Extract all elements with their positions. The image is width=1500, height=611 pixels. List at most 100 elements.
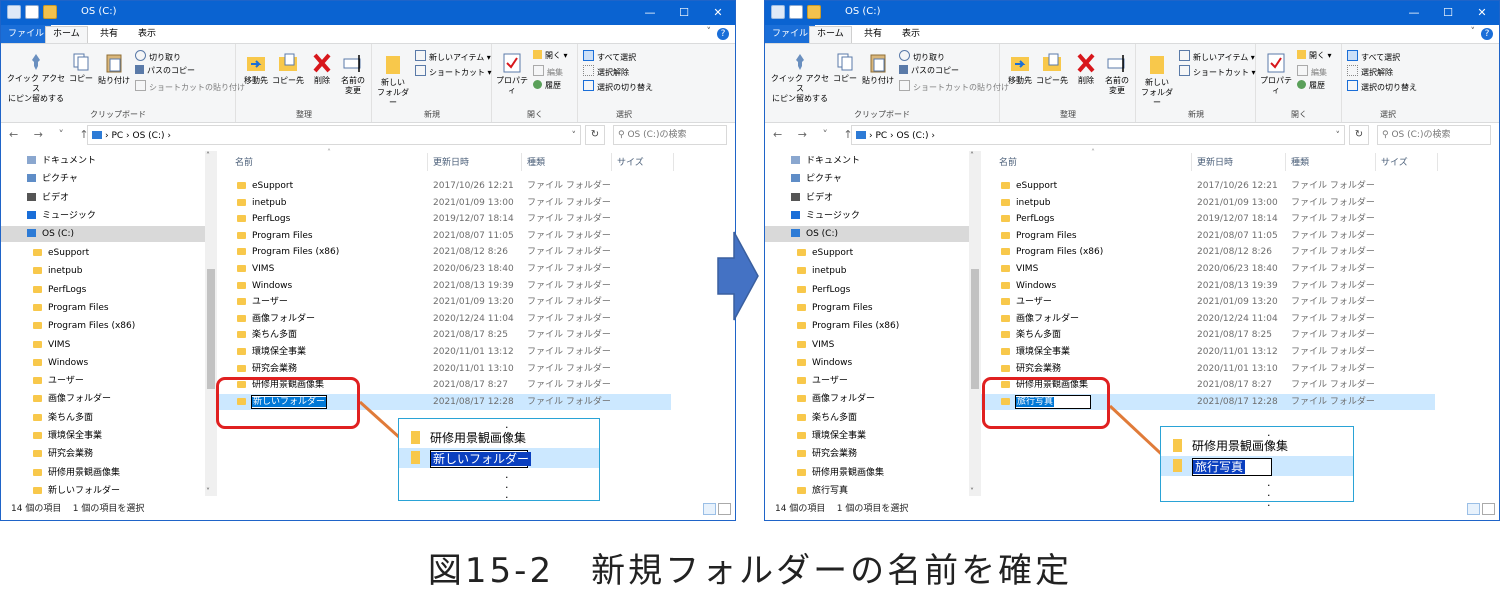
paste-shortcut-button[interactable]: ショートカットの貼り付け (899, 80, 1009, 93)
minimize-button[interactable]: — (633, 1, 667, 25)
nav-folder-item[interactable]: 環境保全事業 (797, 428, 866, 444)
table-row[interactable]: 研究会業務 2020/11/01 13:10 ファイル フォルダー (217, 361, 671, 377)
copy-button[interactable]: コピー (831, 52, 859, 84)
column-name[interactable]: 名前 (235, 155, 253, 168)
nav-folder-item[interactable]: Program Files (797, 300, 873, 316)
scroll-thumb[interactable] (207, 269, 215, 389)
new-folder-qat-icon[interactable] (43, 5, 57, 19)
column-type[interactable]: 種類 (527, 155, 545, 168)
nav-folder-item[interactable]: 新しいフォルダー (33, 483, 120, 499)
tab-file[interactable]: ファイル (1, 25, 52, 43)
details-view-icon[interactable] (1467, 503, 1480, 515)
nav-folder-item[interactable]: ユーザー (33, 373, 84, 389)
close-button[interactable]: ✕ (701, 1, 735, 25)
details-view-icon[interactable] (703, 503, 716, 515)
table-row[interactable]: PerfLogs 2019/12/07 18:14 ファイル フォルダー (217, 211, 671, 227)
nav-item[interactable]: ビデオ (765, 190, 969, 206)
maximize-button[interactable]: ☐ (1431, 1, 1465, 25)
nav-folder-item[interactable]: eSupport (33, 245, 89, 261)
app-icon[interactable] (7, 5, 21, 19)
minimize-button[interactable]: — (1397, 1, 1431, 25)
nav-item[interactable]: ビデオ (1, 190, 205, 206)
table-row[interactable]: inetpub 2021/01/09 13:00 ファイル フォルダー (217, 195, 671, 211)
app-icon[interactable] (771, 5, 785, 19)
navigation-buttons[interactable]: ← → ˅ ↑ (773, 128, 859, 141)
column-size[interactable]: サイズ (1381, 155, 1408, 168)
nav-folder-item[interactable]: 研修用景観画像集 (33, 465, 120, 481)
copy-path-button[interactable]: パスのコピー (899, 65, 959, 76)
copy-to-button[interactable]: コピー先 (1035, 52, 1069, 86)
breadcrumb[interactable]: › PC › OS (C:) › (869, 131, 935, 141)
open-button[interactable]: 開く ▾ (533, 50, 568, 61)
search-input[interactable]: ⚲ OS (C:)の検索 (1377, 125, 1491, 145)
column-date[interactable]: 更新日時 (1197, 155, 1233, 168)
close-button[interactable]: ✕ (1465, 1, 1499, 25)
navigation-buttons[interactable]: ← → ˅ ↑ (9, 128, 95, 141)
table-row[interactable]: ユーザー 2021/01/09 13:20 ファイル フォルダー (981, 294, 1435, 310)
table-row[interactable]: 研究会業務 2020/11/01 13:10 ファイル フォルダー (981, 361, 1435, 377)
address-dropdown-icon[interactable]: ˅ (572, 126, 577, 146)
paste-shortcut-button[interactable]: ショートカットの貼り付け (135, 80, 245, 93)
column-name[interactable]: 名前 (999, 155, 1017, 168)
nav-item[interactable]: ドキュメント (1, 153, 205, 169)
new-folder-button[interactable]: 新しい フォルダー (1139, 52, 1175, 108)
pin-quick-access-button[interactable]: クイック アクセス にピン留めする (769, 52, 831, 104)
column-date[interactable]: 更新日時 (433, 155, 469, 168)
table-row[interactable]: eSupport 2017/10/26 12:21 ファイル フォルダー (981, 178, 1435, 194)
paste-button[interactable]: 貼り付け (861, 52, 895, 86)
tab-share[interactable]: 共有 (93, 27, 125, 42)
nav-folder-item[interactable]: 旅行写真 (797, 483, 848, 499)
nav-folder-item[interactable]: Program Files (33, 300, 109, 316)
ribbon-collapse-chevron-icon[interactable]: ˅ (1471, 27, 1476, 37)
nav-folder-item[interactable]: 画像フォルダー (797, 391, 875, 407)
new-item-button[interactable]: 新しいアイテム ▾ (1179, 50, 1255, 63)
tab-share[interactable]: 共有 (857, 27, 889, 42)
nav-folder-item[interactable]: Windows (33, 355, 88, 371)
nav-item[interactable]: ミュージック (1, 208, 205, 224)
open-button[interactable]: 開く ▾ (1297, 50, 1332, 61)
nav-folder-item[interactable]: 楽ちん多面 (33, 410, 93, 426)
table-row[interactable]: eSupport 2017/10/26 12:21 ファイル フォルダー (217, 178, 671, 194)
column-size[interactable]: サイズ (617, 155, 644, 168)
table-row[interactable]: Program Files 2021/08/07 11:05 ファイル フォルダー (981, 228, 1435, 244)
nav-folder-item[interactable]: 環境保全事業 (33, 428, 102, 444)
cut-button[interactable]: 切り取り (899, 50, 945, 63)
edit-button[interactable]: 編集 (533, 65, 563, 78)
invert-selection-button[interactable]: 選択の切り替え (583, 80, 653, 93)
tab-view[interactable]: 表示 (131, 27, 163, 42)
search-input[interactable]: ⚲ OS (C:)の検索 (613, 125, 727, 145)
large-icons-view-icon[interactable] (718, 503, 731, 515)
nav-folder-item[interactable]: 楽ちん多面 (797, 410, 857, 426)
nav-item[interactable]: OS (C:) (765, 226, 969, 243)
nav-folder-item[interactable]: eSupport (797, 245, 853, 261)
table-row[interactable]: Windows 2021/08/13 19:39 ファイル フォルダー (981, 278, 1435, 294)
edit-button[interactable]: 編集 (1297, 65, 1327, 78)
history-button[interactable]: 履歴 (1297, 80, 1325, 91)
nav-folder-item[interactable]: 画像フォルダー (33, 391, 111, 407)
move-to-button[interactable]: 移動先 (241, 52, 271, 86)
nav-folder-item[interactable]: Windows (797, 355, 852, 371)
pin-quick-access-button[interactable]: クイック アクセス にピン留めする (5, 52, 67, 104)
properties-qat-icon[interactable] (789, 5, 803, 19)
table-row[interactable]: 楽ちん多面 2021/08/17 8:25 ファイル フォルダー (981, 327, 1435, 343)
table-row[interactable]: VIMS 2020/06/23 18:40 ファイル フォルダー (981, 261, 1435, 277)
table-row[interactable]: Program Files (x86) 2021/08/12 8:26 ファイル フ… (981, 244, 1435, 260)
easy-access-button[interactable]: ショートカット ▾ (1179, 65, 1256, 78)
table-row[interactable]: PerfLogs 2019/12/07 18:14 ファイル フォルダー (981, 211, 1435, 227)
tab-file[interactable]: ファイル (765, 25, 816, 43)
help-icon[interactable]: ? (1481, 28, 1493, 40)
history-button[interactable]: 履歴 (533, 80, 561, 91)
table-row[interactable]: 楽ちん多面 2021/08/17 8:25 ファイル フォルダー (217, 327, 671, 343)
table-row[interactable]: 画像フォルダー 2020/12/24 11:04 ファイル フォルダー (217, 311, 671, 327)
large-icons-view-icon[interactable] (1482, 503, 1495, 515)
table-row[interactable]: VIMS 2020/06/23 18:40 ファイル フォルダー (217, 261, 671, 277)
paste-button[interactable]: 貼り付け (97, 52, 131, 86)
rename-button[interactable]: 名前の 変更 (1101, 52, 1133, 96)
nav-folder-item[interactable]: Program Files (x86) (33, 318, 135, 334)
select-all-button[interactable]: すべて選択 (1347, 50, 1400, 63)
nav-item[interactable]: ピクチャ (765, 171, 969, 187)
nav-folder-item[interactable]: inetpub (797, 263, 846, 279)
properties-button[interactable]: プロパティ (1259, 52, 1293, 96)
nav-folder-item[interactable]: PerfLogs (797, 282, 850, 298)
tab-view[interactable]: 表示 (895, 27, 927, 42)
